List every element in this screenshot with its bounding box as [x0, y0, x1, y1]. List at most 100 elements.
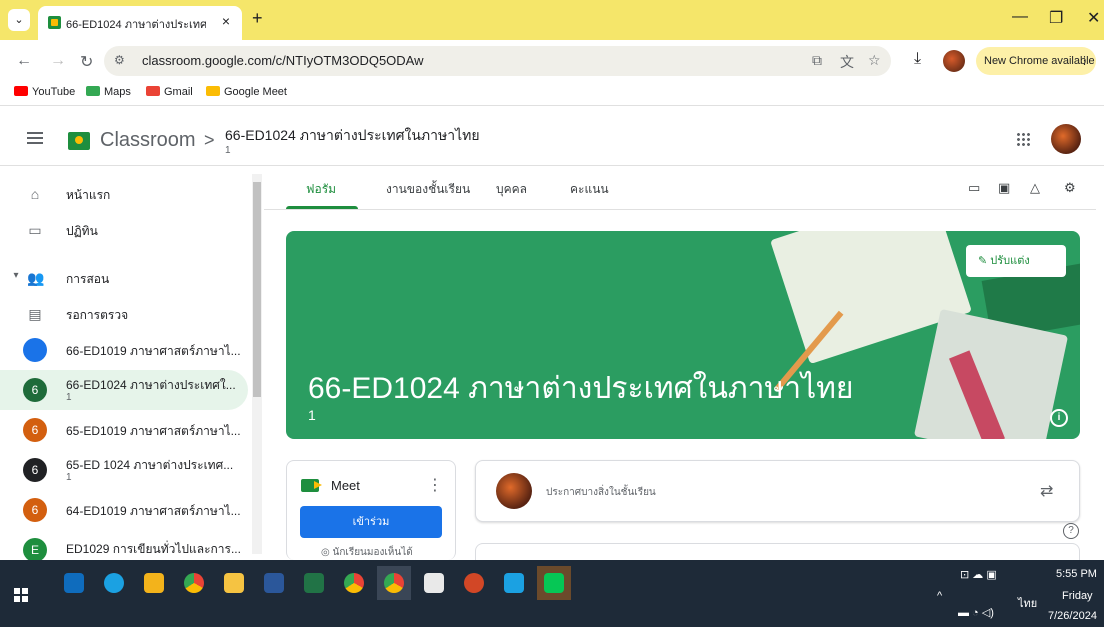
course-avatar: 6: [23, 458, 47, 482]
browser-title-bar: ⌄ 66-ED1024 ภาษาต่างประเทศในภาษ × + — ❐ …: [0, 0, 1104, 40]
meet-icon: [206, 86, 220, 96]
maps-icon: [86, 86, 100, 96]
photos-app-icon[interactable]: [497, 566, 531, 600]
line-app-icon[interactable]: [537, 566, 571, 600]
minimize-button[interactable]: —: [1012, 8, 1028, 26]
download-icon[interactable]: ⤓: [914, 50, 921, 68]
customize-button[interactable]: ✎ ปรับแต่ง: [966, 245, 1066, 277]
forward-icon[interactable]: →: [50, 52, 66, 70]
sidebar-course-65-ed1019[interactable]: 6 65-ED1019 ภาษาศาสตร์ภาษาไ...: [0, 410, 248, 450]
join-meet-button[interactable]: เข้าร่วม: [300, 506, 442, 538]
bookmark-star-icon[interactable]: ☆: [868, 52, 881, 69]
classroom-logo-icon[interactable]: [68, 132, 90, 150]
site-info-icon[interactable]: ⚙: [114, 53, 130, 69]
video-meet-icon[interactable]: ▭: [968, 180, 980, 196]
sidebar-item-home[interactable]: ⌂ หน้าแรก: [0, 174, 248, 214]
meet-title: Meet: [331, 478, 360, 493]
breadcrumb-course-title[interactable]: 66-ED1024 ภาษาต่างประเทศในภาษาไทย: [225, 125, 480, 147]
browser-profile-avatar[interactable]: [943, 50, 965, 72]
app-name[interactable]: Classroom: [100, 129, 196, 152]
chrome-profile-icon[interactable]: [337, 566, 371, 600]
bookmark-maps[interactable]: Maps: [86, 86, 131, 98]
tab-stream[interactable]: ฟอรัม: [306, 180, 336, 199]
word-app-icon[interactable]: [257, 566, 291, 600]
course-avatar: [23, 338, 47, 362]
translate-icon[interactable]: 文: [840, 52, 854, 72]
bookmarks-bar: YouTube Maps Gmail Google Meet: [0, 82, 1104, 106]
file-explorer-icon[interactable]: [217, 566, 251, 600]
edge-app-icon[interactable]: [97, 566, 131, 600]
tab-grades[interactable]: คะแนน: [570, 180, 609, 199]
info-icon[interactable]: i: [1050, 409, 1068, 427]
sidebar-item-to-review[interactable]: ▤ รอการตรวจ: [0, 294, 248, 334]
clock-date[interactable]: 7/26/2024: [1048, 610, 1097, 622]
new-chrome-available-button[interactable]: New Chrome available ⋮: [976, 47, 1096, 75]
announce-box[interactable]: ประกาศบางสิ่งในชั้นเรียน ⇄: [475, 460, 1080, 522]
breadcrumb-course-section: 1: [225, 145, 231, 156]
reload-icon[interactable]: ↻: [80, 52, 93, 72]
sidebar-item-teaching[interactable]: ▾ 👥 การสอน: [0, 258, 248, 298]
new-tab-button[interactable]: +: [252, 8, 263, 29]
sidebar-course-64-ed1019[interactable]: 6 64-ED1019 ภาษาศาสตร์ภาษาไ...: [0, 490, 248, 530]
expand-arrow-icon[interactable]: ▾: [8, 270, 24, 281]
tab-classwork[interactable]: งานของชั้นเรียน: [386, 180, 470, 199]
browser-tab-classroom[interactable]: 66-ED1024 ภาษาต่างประเทศในภาษ ×: [38, 6, 242, 40]
windows-start-icon[interactable]: [14, 588, 28, 602]
drive-icon[interactable]: △: [1030, 180, 1040, 196]
browser-toolbar: ← → ↻ ⚙ classroom.google.com/c/NTIyOTM3O…: [0, 40, 1104, 82]
sidebar-course-ed1029[interactable]: E ED1029 การเขียนทั่วไปและการ...: [0, 530, 248, 560]
sidebar-course-66-ed1024[interactable]: 6 66-ED1024 ภาษาต่างประเทศใ... 1: [0, 370, 248, 410]
store-app-icon[interactable]: [137, 566, 171, 600]
sidebar-item-calendar[interactable]: ▭ ปฏิทิน: [0, 210, 248, 250]
chrome-app-icon[interactable]: [177, 566, 211, 600]
classroom-favicon-icon: [48, 16, 61, 29]
url-text[interactable]: classroom.google.com/c/NTIyOTM3ODQ5ODAw: [142, 53, 424, 68]
show-hidden-icons[interactable]: ^: [937, 590, 942, 602]
tab-people[interactable]: บุคคล: [496, 180, 527, 199]
classroom-header: Classroom > 66-ED1024 ภาษาต่างประเทศในภา…: [0, 106, 1104, 166]
clock-day[interactable]: Friday: [1062, 590, 1093, 602]
tab-close-icon[interactable]: ×: [222, 13, 230, 29]
chrome-active-icon[interactable]: [377, 566, 411, 600]
pdf-app-icon[interactable]: [417, 566, 451, 600]
account-avatar[interactable]: [1051, 124, 1081, 154]
meet-card: Meet ⋮ เข้าร่วม ◎ นักเรียนมองเห็นได้: [286, 460, 456, 560]
customize-label: ปรับแต่ง: [990, 255, 1030, 267]
sidebar-course-65-ed1024[interactable]: 6 65-ED 1024 ภาษาต่างประเทศ... 1: [0, 450, 248, 490]
sidebar-course-66-ed1019[interactable]: 66-ED1019 ภาษาศาสตร์ภาษาไ...: [0, 330, 248, 370]
sidebar-scrollbar-thumb[interactable]: [253, 182, 261, 397]
close-window-button[interactable]: ✕: [1087, 8, 1100, 28]
sidebar: ⌂ หน้าแรก ▭ ปฏิทิน ▾ 👥 การสอน ▤ รอการตรว…: [0, 166, 264, 560]
clock-time[interactable]: 5:55 PM: [1056, 568, 1097, 580]
settings-gear-icon[interactable]: ⚙: [1064, 180, 1076, 196]
bookmark-gmail[interactable]: Gmail: [146, 86, 193, 98]
google-apps-icon[interactable]: [1016, 132, 1030, 146]
input-language[interactable]: ไทย: [1018, 594, 1037, 612]
calendar-icon[interactable]: ▣: [998, 180, 1010, 196]
bookmark-google-meet[interactable]: Google Meet: [206, 86, 287, 98]
mail-app-icon[interactable]: [57, 566, 91, 600]
repost-icon[interactable]: ⇄: [1040, 481, 1053, 501]
course-label: ED1029 การเขียนทั่วไปและการ...: [66, 542, 241, 556]
back-icon[interactable]: ←: [16, 52, 32, 70]
maximize-button[interactable]: ❐: [1049, 8, 1063, 28]
install-app-icon[interactable]: ⧉: [812, 52, 822, 69]
help-icon[interactable]: ?: [1063, 523, 1079, 539]
network-volume-icons[interactable]: ▬ ◔ ◁): [958, 606, 994, 619]
main-menu-icon[interactable]: [27, 132, 43, 144]
course-title: 66-ED1024 ภาษาต่างประเทศในภาษาไทย: [308, 372, 854, 405]
youtube-icon: [14, 86, 28, 96]
course-tabs: ฟอรัม งานของชั้นเรียน บุคคล คะแนน ▭ ▣ △ …: [264, 166, 1096, 210]
sidebar-item-label: การสอน: [66, 272, 110, 286]
powerpoint-app-icon[interactable]: [457, 566, 491, 600]
announce-placeholder[interactable]: ประกาศบางสิ่งในชั้นเรียน: [546, 485, 656, 500]
chrome-menu-icon[interactable]: ⋮: [1079, 47, 1090, 75]
course-avatar: 6: [23, 378, 47, 402]
address-bar[interactable]: ⚙ classroom.google.com/c/NTIyOTM3ODQ5ODA…: [104, 46, 891, 76]
more-options-icon[interactable]: ⋮: [427, 475, 443, 495]
excel-app-icon[interactable]: [297, 566, 331, 600]
tab-search-dropdown-icon[interactable]: ⌄: [8, 9, 30, 31]
tray-icons[interactable]: ⊡ ☁ ▣: [960, 568, 997, 581]
home-icon: ⌂: [30, 186, 40, 202]
bookmark-youtube[interactable]: YouTube: [14, 86, 75, 98]
